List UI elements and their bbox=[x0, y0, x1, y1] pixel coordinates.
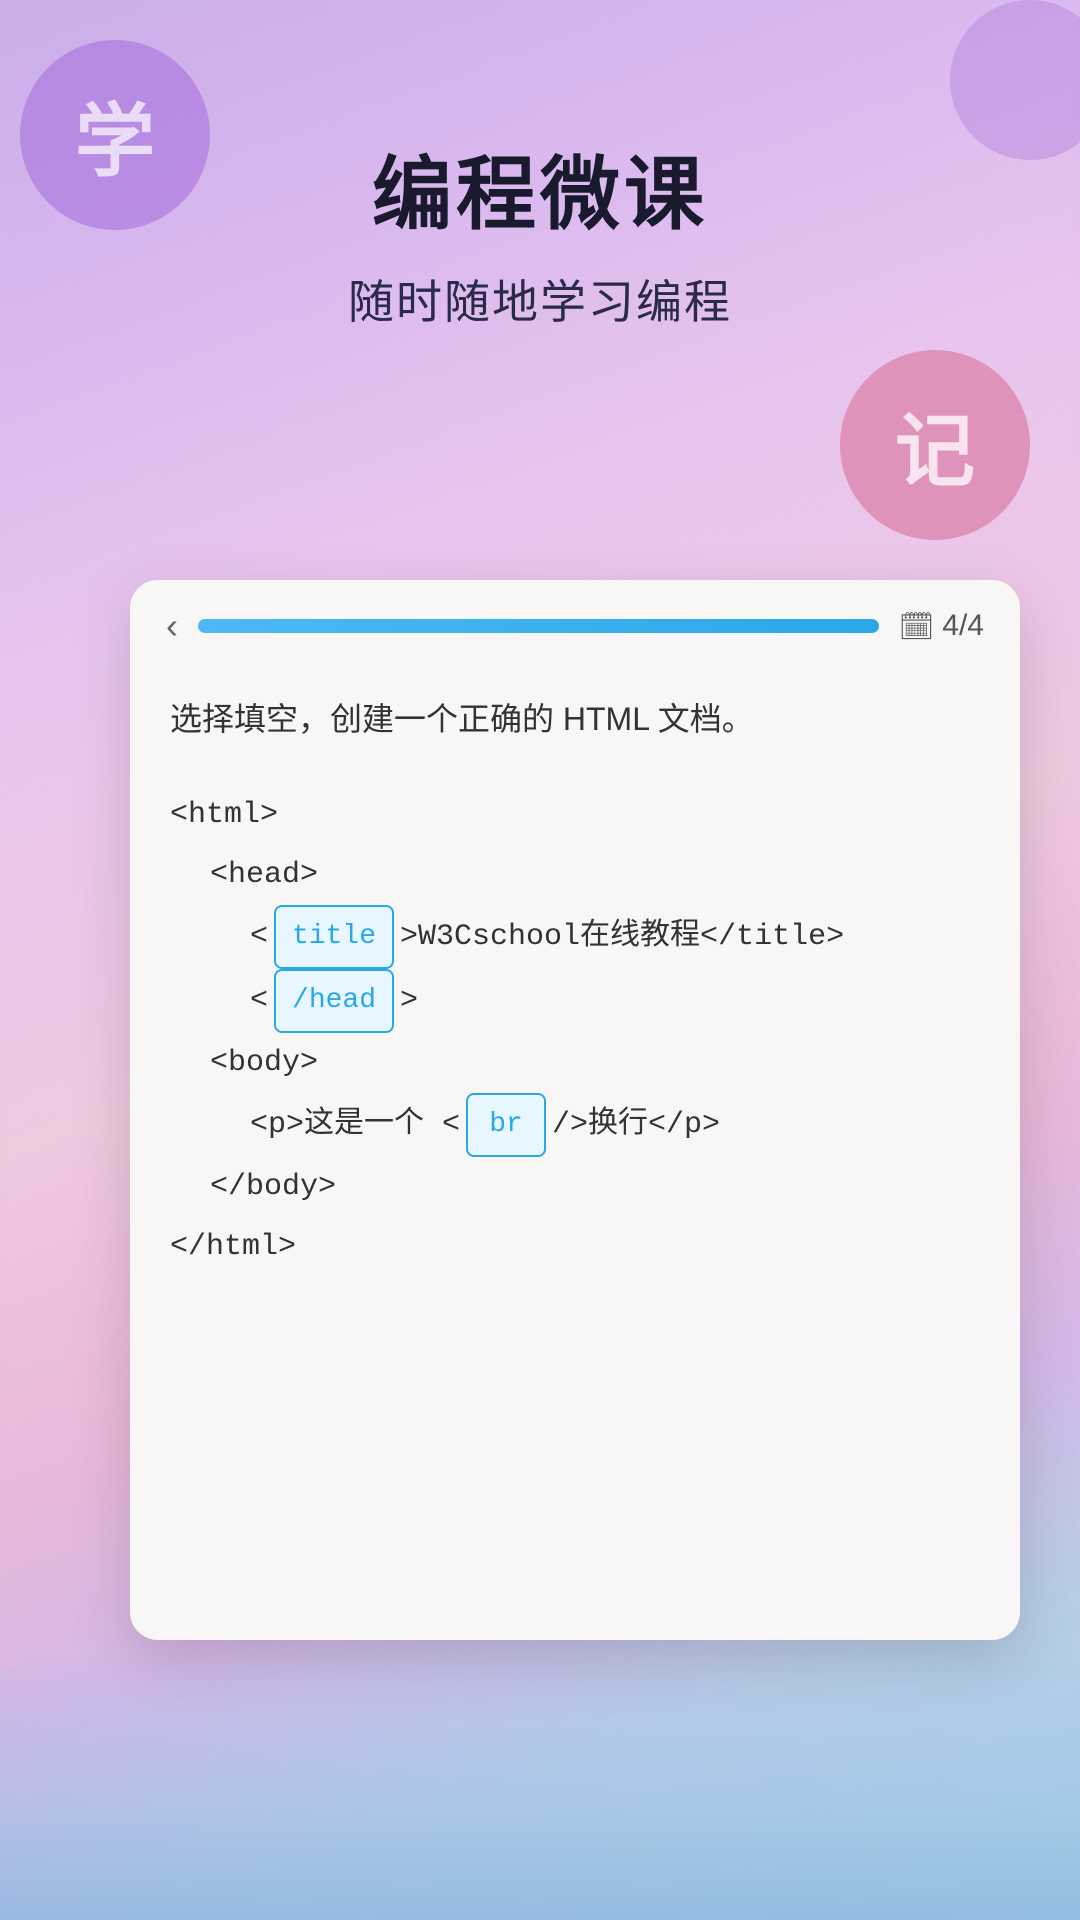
code-text: <body> bbox=[210, 1033, 318, 1093]
circle-right-char: 记 bbox=[895, 387, 975, 503]
fill-badge-title[interactable]: title bbox=[274, 905, 394, 969]
code-text: </html> bbox=[170, 1217, 296, 1277]
code-line: <head> bbox=[170, 845, 980, 905]
bottom-decoration bbox=[0, 1640, 1080, 1920]
quiz-card: ‹ 🗓 4/4 选择填空，创建一个正确的 HTML 文档。 <html><hea… bbox=[130, 580, 1020, 1640]
decorative-circle-right: 记 bbox=[840, 350, 1030, 540]
code-line: <html> bbox=[170, 785, 980, 845]
code-text: <p>这是一个 < bbox=[250, 1095, 460, 1155]
fill-badge-br[interactable]: br bbox=[466, 1093, 546, 1157]
code-text: />换行</p> bbox=[552, 1095, 720, 1155]
code-block: <html><head><title>W3Cschool在线教程</title>… bbox=[170, 785, 980, 1277]
sub-title: 随时随地学习编程 bbox=[348, 266, 732, 332]
code-line: <p>这是一个 <br/>换行</p> bbox=[170, 1093, 980, 1157]
code-line: </body> bbox=[170, 1157, 980, 1217]
code-line: </html> bbox=[170, 1217, 980, 1277]
code-text: <head> bbox=[210, 845, 318, 905]
page-label: 4/4 bbox=[942, 609, 984, 643]
code-text: < bbox=[250, 907, 268, 967]
card-content: 选择填空，创建一个正确的 HTML 文档。 <html><head><title… bbox=[130, 664, 1020, 1640]
code-text: > bbox=[400, 971, 418, 1031]
page-indicator: 🗓 4/4 bbox=[899, 609, 984, 643]
progress-bar-container bbox=[198, 619, 879, 633]
page-icon: 🗓 bbox=[899, 610, 935, 643]
code-line: </head> bbox=[170, 969, 980, 1033]
code-line: <title>W3Cschool在线教程</title> bbox=[170, 905, 980, 969]
code-text: <html> bbox=[170, 785, 278, 845]
code-line: <body> bbox=[170, 1033, 980, 1093]
card-header: ‹ 🗓 4/4 bbox=[130, 580, 1020, 664]
header-section: 编程微课 随时随地学习编程 bbox=[0, 130, 1080, 332]
progress-bar-fill bbox=[198, 619, 879, 633]
fill-badge-/head[interactable]: /head bbox=[274, 969, 394, 1033]
main-title: 编程微课 bbox=[372, 130, 708, 246]
code-text: < bbox=[250, 971, 268, 1031]
back-button[interactable]: ‹ bbox=[166, 608, 178, 644]
question-text: 选择填空，创建一个正确的 HTML 文档。 bbox=[170, 694, 980, 745]
code-text: </body> bbox=[210, 1157, 336, 1217]
code-text: >W3Cschool在线教程</title> bbox=[400, 907, 844, 967]
